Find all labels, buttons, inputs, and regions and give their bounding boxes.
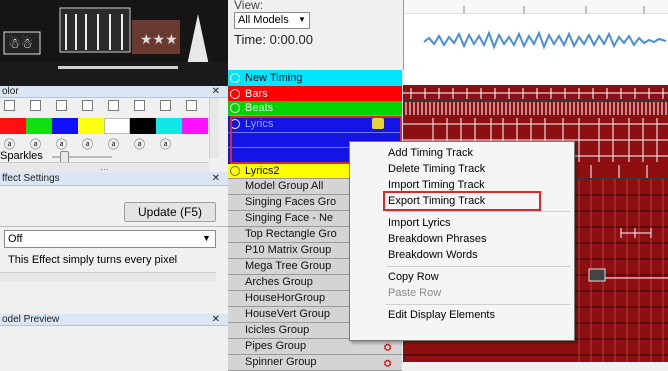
timing-row-label: Lyrics2 <box>245 165 280 177</box>
model-preview-panel <box>0 326 228 362</box>
close-icon[interactable]: ✕ <box>212 172 220 186</box>
model-group-label: Singing Face - Ne <box>245 212 334 224</box>
lock-icon[interactable]: ⓐ <box>160 136 171 152</box>
lock-icon[interactable]: ⓐ <box>108 136 119 152</box>
palette-swatch-white[interactable] <box>104 118 130 134</box>
model-group-label: Singing Faces Gro <box>245 196 337 208</box>
group-model-icon[interactable]: ⛭ <box>384 342 396 353</box>
palette-swatch-yellow[interactable] <box>78 118 104 134</box>
palette-checkbox-1[interactable] <box>4 100 15 111</box>
model-group-label: Model Group All <box>245 180 324 192</box>
effect-select-value: Off <box>8 233 23 245</box>
model-group-label: HouseHorGroup <box>245 292 326 304</box>
model-group-label: Arches Group <box>245 276 313 288</box>
palette-checkbox-5[interactable] <box>108 100 119 111</box>
effect-select[interactable]: Off <box>4 230 216 248</box>
timing-row-new-timing[interactable]: New Timing <box>228 70 402 87</box>
menu-item-breakdown-phrases[interactable]: Breakdown Phrases <box>388 233 486 245</box>
model-group-label: Mega Tree Group <box>245 260 332 272</box>
palette-swatch-cyan[interactable] <box>156 118 182 134</box>
menu-separator <box>386 266 570 267</box>
close-icon[interactable]: ✕ <box>212 86 220 98</box>
palette-swatch-blue[interactable] <box>52 118 78 134</box>
svg-text:☃☃: ☃☃ <box>8 35 33 52</box>
model-group-label: HouseVert Group <box>245 308 330 320</box>
palette-checkbox-4[interactable] <box>82 100 93 111</box>
timeline-row-bars[interactable] <box>403 86 668 101</box>
lock-icon[interactable]: ⓐ <box>134 136 145 152</box>
close-icon[interactable]: ✕ <box>212 314 220 326</box>
export-highlight-box <box>383 191 541 211</box>
palette-swatch-magenta[interactable] <box>182 118 208 134</box>
update-button[interactable]: Update (F5) <box>124 202 216 222</box>
waveform-area <box>403 0 668 70</box>
palette-checkbox-8[interactable] <box>186 100 197 111</box>
model-group-label: P10 Matrix Group <box>245 244 332 256</box>
model-group-label: Spinner Group <box>245 356 317 368</box>
time-display: Time: 0:00.00 <box>234 32 314 47</box>
timing-circle-icon[interactable] <box>230 89 240 99</box>
chevron-down-icon[interactable]: ▼ <box>202 233 211 243</box>
timeline-row-new-timing[interactable] <box>403 70 668 86</box>
model-group-label: Pipes Group <box>245 340 307 352</box>
timeline-row-beats[interactable] <box>403 101 668 116</box>
color-panel: ⓐ ⓐ ⓐ ⓐ ⓐ ⓐ ⓐ Sparkles … <box>0 98 228 172</box>
menu-item-import-timing-track[interactable]: Import Timing Track <box>388 179 485 191</box>
menu-item-edit-display-elements[interactable]: Edit Display Elements <box>388 309 495 321</box>
lock-icon[interactable]: ⓐ <box>56 136 67 152</box>
menu-item-breakdown-words[interactable]: Breakdown Words <box>388 249 478 261</box>
view-label: View: <box>234 0 264 12</box>
chevron-down-icon[interactable]: ▼ <box>298 15 306 24</box>
view-panel: View: All Models ▼ Time: 0:00.00 <box>228 0 402 70</box>
palette-swatch-green[interactable] <box>26 118 52 134</box>
divider <box>0 226 228 227</box>
palette-checkbox-2[interactable] <box>30 100 41 111</box>
palette-checkbox-3[interactable] <box>56 100 67 111</box>
color-panel-scrollbar[interactable] <box>209 98 219 158</box>
effect-description: This Effect simply turns every pixel <box>8 254 178 266</box>
timing-row-label: New Timing <box>245 72 303 84</box>
menu-separator <box>386 211 570 212</box>
lock-icon[interactable]: ⓐ <box>82 136 93 152</box>
timing-row-label: Bars <box>245 88 268 100</box>
view-select-value: All Models <box>238 14 289 26</box>
model-group-label: Top Rectangle Gro <box>245 228 337 240</box>
model-group-row[interactable]: Pipes Group ⛭ <box>228 339 402 355</box>
timing-row-beats[interactable]: Beats <box>228 101 402 116</box>
timing-circle-icon[interactable] <box>230 103 240 113</box>
house-preview-canvas: ★★★ ☃☃ <box>0 0 228 86</box>
model-preview-title: odel Preview <box>2 314 60 325</box>
palette-swatch-black[interactable] <box>130 118 156 134</box>
sparkles-label: Sparkles <box>0 150 43 162</box>
timing-circle-icon[interactable] <box>230 73 240 83</box>
effect-settings-panel: Update (F5) Off ▼ This Effect simply tur… <box>0 186 228 282</box>
color-panel-header: olor ✕ <box>0 86 228 98</box>
context-menu: Add Timing Track Delete Timing Track Imp… <box>349 141 575 341</box>
menu-item-copy-row[interactable]: Copy Row <box>388 271 439 283</box>
svg-text:★★★: ★★★ <box>140 32 178 48</box>
model-group-label: Icicles Group <box>245 324 310 336</box>
model-preview-header: odel Preview ✕ <box>0 314 228 326</box>
effect-settings-hscrollbar[interactable] <box>0 272 216 282</box>
menu-item-delete-timing-track[interactable]: Delete Timing Track <box>388 163 485 175</box>
menu-item-paste-row: Paste Row <box>388 287 442 299</box>
group-model-icon[interactable]: ⛭ <box>384 358 396 369</box>
color-panel-title: olor <box>2 86 19 97</box>
menu-item-import-lyrics[interactable]: Import Lyrics <box>388 217 451 229</box>
model-group-row[interactable]: Spinner Group ⛭ <box>228 355 402 371</box>
palette-swatch-red[interactable] <box>0 118 26 134</box>
palette-checkbox-6[interactable] <box>134 100 145 111</box>
color-panel-hscrollbar[interactable]: … <box>0 162 209 172</box>
menu-separator <box>386 304 570 305</box>
palette-checkbox-7[interactable] <box>160 100 171 111</box>
timing-circle-icon[interactable] <box>230 166 240 176</box>
menu-item-add-timing-track[interactable]: Add Timing Track <box>388 147 473 159</box>
effect-settings-title: ffect Settings <box>2 173 60 184</box>
effect-settings-header: ffect Settings ✕ <box>0 172 228 186</box>
timing-row-label: Beats <box>245 102 274 114</box>
